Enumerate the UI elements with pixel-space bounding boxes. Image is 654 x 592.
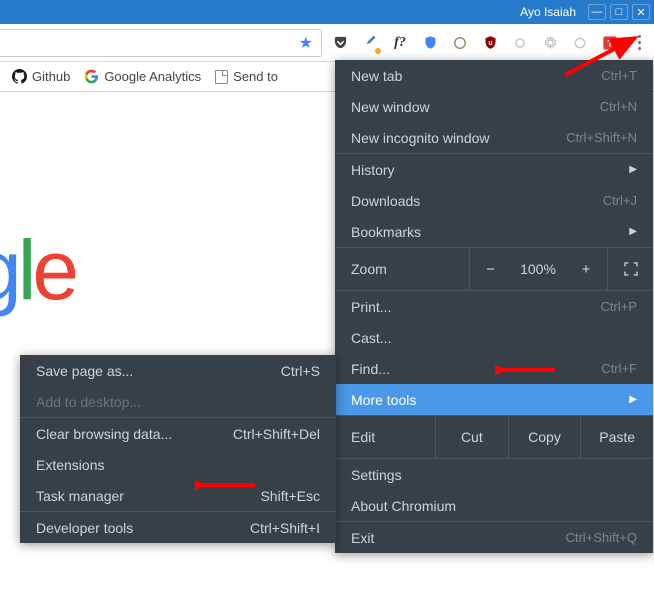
menu-bookmarks[interactable]: Bookmarks▶ <box>335 216 653 247</box>
menu-more-tools[interactable]: More tools▶ <box>335 384 653 415</box>
zoom-out-button[interactable]: − <box>469 248 511 290</box>
menu-print[interactable]: Print...Ctrl+P <box>335 291 653 322</box>
copy-button[interactable]: Copy <box>508 416 581 458</box>
circle-icon[interactable] <box>452 35 468 51</box>
chevron-right-icon: ▶ <box>629 394 637 405</box>
circle-grey-icon[interactable] <box>512 35 528 51</box>
zoom-label: Zoom <box>335 261 469 277</box>
chevron-right-icon: ▶ <box>629 226 637 237</box>
window-minimize-button[interactable]: — <box>588 4 606 20</box>
submenu-save-page[interactable]: Save page as...Ctrl+S <box>20 355 336 386</box>
more-tools-submenu: Save page as...Ctrl+S Add to desktop... … <box>20 355 336 543</box>
menu-zoom-row: Zoom − 100% + <box>335 248 653 290</box>
window-titlebar: Ayo Isaiah — □ ✕ <box>0 0 654 24</box>
bookmark-label: Google Analytics <box>104 69 201 84</box>
address-bar[interactable]: ★ <box>0 29 322 57</box>
submenu-developer-tools[interactable]: Developer toolsCtrl+Shift+I <box>20 512 336 543</box>
bookmark-label: Github <box>32 69 70 84</box>
menu-about[interactable]: About Chromium <box>335 490 653 521</box>
svg-text:u: u <box>488 40 492 47</box>
bookmark-send-to[interactable]: Send to <box>215 69 278 84</box>
bookmark-label: Send to <box>233 69 278 84</box>
bookmark-star-icon[interactable]: ★ <box>299 33 313 53</box>
paste-button[interactable]: Paste <box>580 416 653 458</box>
page-icon <box>215 70 228 84</box>
menu-history[interactable]: History▶ <box>335 154 653 185</box>
zoom-in-button[interactable]: + <box>565 248 607 290</box>
google-logo-fragment: gle <box>0 222 75 319</box>
pocket-icon[interactable] <box>332 35 348 51</box>
submenu-add-to-desktop: Add to desktop... <box>20 386 336 417</box>
menu-new-incognito[interactable]: New incognito windowCtrl+Shift+N <box>335 122 653 153</box>
cut-button[interactable]: Cut <box>435 416 508 458</box>
zoom-value: 100% <box>511 261 565 277</box>
circle-light-icon[interactable] <box>572 35 588 51</box>
svg-text:?: ? <box>607 38 613 49</box>
extension-icons-area: f? u ? <box>328 35 628 51</box>
window-maximize-button[interactable]: □ <box>610 4 628 20</box>
fullscreen-button[interactable] <box>607 248 653 290</box>
chrome-main-menu: New tabCtrl+T New windowCtrl+N New incog… <box>335 60 653 553</box>
menu-edit-row: Edit Cut Copy Paste <box>335 416 653 458</box>
submenu-extensions[interactable]: Extensions <box>20 449 336 480</box>
submenu-task-manager[interactable]: Task managerShift+Esc <box>20 480 336 511</box>
chrome-menu-button[interactable] <box>628 29 650 57</box>
window-close-button[interactable]: ✕ <box>632 4 650 20</box>
browser-toolbar: ★ f? u ? <box>0 24 654 62</box>
user-name: Ayo Isaiah <box>512 5 584 19</box>
f-question-icon[interactable]: f? <box>392 35 408 51</box>
menu-new-window[interactable]: New windowCtrl+N <box>335 91 653 122</box>
submenu-clear-browsing-data[interactable]: Clear browsing data...Ctrl+Shift+Del <box>20 418 336 449</box>
edit-label: Edit <box>335 429 435 445</box>
menu-exit[interactable]: ExitCtrl+Shift+Q <box>335 522 653 553</box>
menu-find[interactable]: Find...Ctrl+F <box>335 353 653 384</box>
eyedropper-icon[interactable] <box>362 35 378 51</box>
menu-new-tab[interactable]: New tabCtrl+T <box>335 60 653 91</box>
gear-outline-icon[interactable] <box>542 35 558 51</box>
ublock-icon[interactable]: u <box>482 35 498 51</box>
chevron-right-icon: ▶ <box>629 164 637 175</box>
github-icon <box>12 69 27 84</box>
help-red-icon[interactable]: ? <box>602 35 618 51</box>
menu-cast[interactable]: Cast... <box>335 322 653 353</box>
shield-blue-icon[interactable] <box>422 35 438 51</box>
menu-downloads[interactable]: DownloadsCtrl+J <box>335 185 653 216</box>
google-g-icon <box>84 69 99 84</box>
menu-settings[interactable]: Settings <box>335 459 653 490</box>
bookmark-github[interactable]: Github <box>12 69 70 84</box>
bookmark-google-analytics[interactable]: Google Analytics <box>84 69 201 84</box>
